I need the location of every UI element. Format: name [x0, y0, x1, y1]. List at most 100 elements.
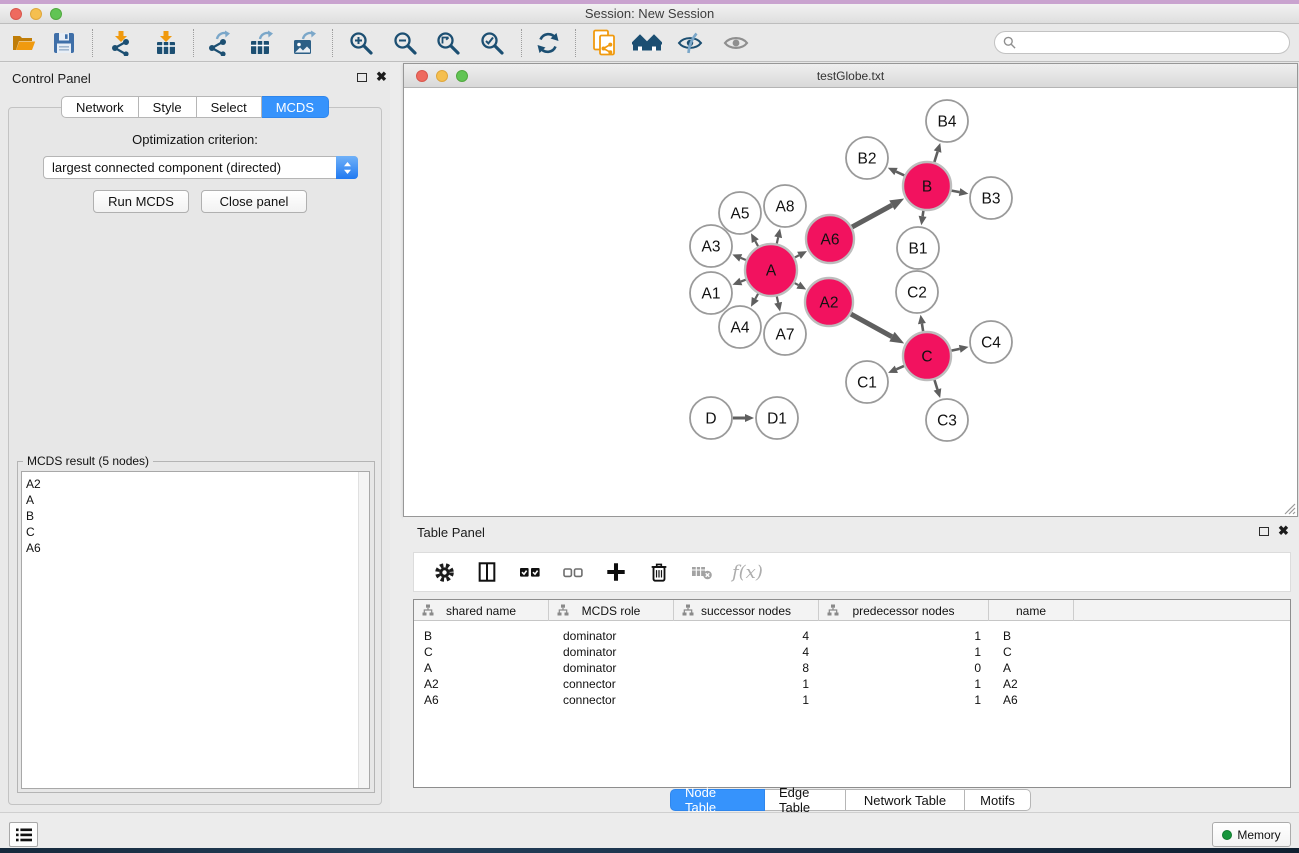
task-history-button[interactable] — [9, 822, 38, 847]
cell-mcds-role: dominator — [549, 644, 674, 660]
list-item[interactable]: A2 — [22, 476, 369, 492]
edge-arrowhead — [918, 315, 926, 325]
import-network-button[interactable] — [103, 27, 139, 59]
table-row[interactable]: C dominator 4 1 C — [414, 644, 1290, 660]
graph-edge-A-A4[interactable] — [755, 294, 758, 299]
edge-arrowhead — [919, 216, 927, 225]
hide-selected-button[interactable] — [672, 27, 708, 59]
mcds-panel: Optimization criterion: largest connecte… — [8, 107, 382, 805]
graph-node-label: C — [921, 349, 932, 366]
graph-edge-A-A1[interactable] — [741, 280, 746, 282]
criterion-value: largest connected component (directed) — [44, 160, 336, 175]
column-header-mcds-role[interactable]: MCDS role — [549, 600, 674, 621]
graph-edge-C-C4[interactable] — [951, 349, 959, 351]
import-table-button[interactable] — [148, 27, 184, 59]
cell-mcds-role: dominator — [549, 628, 674, 644]
graph-edge-A-A3[interactable] — [741, 258, 746, 260]
tab-style[interactable]: Style — [139, 96, 197, 118]
network-window-titlebar[interactable]: testGlobe.txt — [404, 64, 1297, 88]
table-row[interactable]: A dominator 8 0 A — [414, 660, 1290, 676]
run-mcds-button[interactable]: Run MCDS — [93, 190, 189, 213]
memory-button[interactable]: Memory — [1212, 822, 1291, 847]
tab-edge-table[interactable]: Edge Table — [765, 789, 846, 811]
float-panel-icon[interactable] — [357, 73, 367, 82]
graph-edge-A6-B[interactable] — [852, 205, 892, 227]
cell-shared-name: A2 — [414, 676, 549, 692]
graph-node-label: A4 — [731, 320, 750, 337]
show-all-button[interactable] — [718, 27, 754, 59]
graph-edge-B-B3[interactable] — [952, 191, 960, 192]
deselect-all-button[interactable] — [560, 559, 586, 585]
graph-edge-A-A8[interactable] — [777, 237, 778, 243]
cell-successors: 8 — [674, 660, 819, 676]
network-maximize-button[interactable] — [456, 70, 468, 82]
control-panel: Control Panel ✖ Network Style Select MCD… — [0, 63, 390, 813]
zoom-out-button[interactable] — [387, 27, 423, 59]
graph-edge-A2-C[interactable] — [851, 314, 892, 337]
graph-edge-C-C3[interactable] — [934, 380, 937, 390]
table-float-icon[interactable] — [1259, 527, 1269, 536]
trash-icon — [648, 561, 670, 583]
table-settings-button[interactable] — [431, 559, 457, 585]
select-all-button[interactable] — [517, 559, 543, 585]
tab-select[interactable]: Select — [197, 96, 262, 118]
graph-edge-B-B1[interactable] — [923, 211, 924, 217]
cell-shared-name: A — [414, 660, 549, 676]
graph-edge-A-A6[interactable] — [795, 255, 799, 257]
cell-mcds-role: dominator — [549, 660, 674, 676]
export-image-button[interactable] — [286, 27, 322, 59]
close-panel-icon[interactable]: ✖ — [376, 69, 387, 85]
eye-slash-icon — [677, 30, 703, 56]
save-session-button[interactable] — [46, 27, 82, 59]
table-row[interactable]: A6 connector 1 1 A6 — [414, 692, 1290, 708]
graph-edge-B-B2[interactable] — [896, 172, 904, 176]
add-column-button[interactable] — [603, 559, 629, 585]
home-button[interactable] — [629, 27, 665, 59]
graph-edge-B-B4[interactable] — [934, 152, 937, 163]
export-table-button[interactable] — [243, 27, 279, 59]
column-type-icon — [682, 604, 694, 616]
tab-network-table[interactable]: Network Table — [846, 789, 965, 811]
column-type-icon — [557, 604, 569, 616]
graph-node-label: B4 — [938, 114, 957, 131]
graph-edge-A-A2[interactable] — [795, 283, 799, 285]
search-input[interactable] — [1021, 34, 1289, 52]
graph-edge-A-A7[interactable] — [777, 296, 778, 302]
zoom-in-button[interactable] — [343, 27, 379, 59]
show-column-button[interactable] — [474, 559, 500, 585]
list-item[interactable]: B — [22, 508, 369, 524]
network-canvas[interactable]: B4B2BB3A8A5A6A3B1AA1C2A2A4A7C4CC1C3DD1 — [404, 89, 1297, 516]
criterion-dropdown[interactable]: largest connected component (directed) — [43, 156, 358, 179]
graph-edge-C-C2[interactable] — [922, 324, 923, 332]
network-from-file-button[interactable] — [587, 27, 623, 59]
list-item[interactable]: A6 — [22, 540, 369, 556]
edge-arrowhead — [934, 388, 942, 398]
refresh-view-button[interactable] — [530, 27, 566, 59]
list-item[interactable]: A — [22, 492, 369, 508]
export-network-button[interactable] — [200, 27, 236, 59]
tab-network[interactable]: Network — [61, 96, 139, 118]
tab-node-table[interactable]: Node Table — [670, 789, 765, 811]
resize-grip[interactable] — [1282, 501, 1296, 515]
tab-motifs[interactable]: Motifs — [965, 789, 1031, 811]
graph-node-label: A1 — [702, 286, 721, 303]
open-session-button[interactable] — [6, 27, 42, 59]
graph-edge-C-C1[interactable] — [896, 366, 904, 369]
zoom-selected-button[interactable] — [474, 27, 510, 59]
column-header-predecessor-nodes[interactable]: predecessor nodes — [819, 600, 989, 621]
table-close-icon[interactable]: ✖ — [1278, 523, 1289, 539]
list-scrollbar[interactable] — [358, 472, 369, 788]
zoom-fit-button[interactable] — [430, 27, 466, 59]
network-minimize-button[interactable] — [436, 70, 448, 82]
list-item[interactable]: C — [22, 524, 369, 540]
tab-mcds[interactable]: MCDS — [262, 96, 329, 118]
table-row[interactable]: B dominator 4 1 B — [414, 628, 1290, 644]
close-panel-button[interactable]: Close panel — [201, 190, 307, 213]
column-header-shared-name[interactable]: shared name — [414, 600, 549, 621]
column-header-name[interactable]: name — [989, 600, 1074, 621]
graph-edge-A-A5[interactable] — [755, 241, 758, 246]
column-header-successor-nodes[interactable]: successor nodes — [674, 600, 819, 621]
delete-column-button[interactable] — [646, 559, 672, 585]
table-row[interactable]: A2 connector 1 1 A2 — [414, 676, 1290, 692]
network-close-button[interactable] — [416, 70, 428, 82]
